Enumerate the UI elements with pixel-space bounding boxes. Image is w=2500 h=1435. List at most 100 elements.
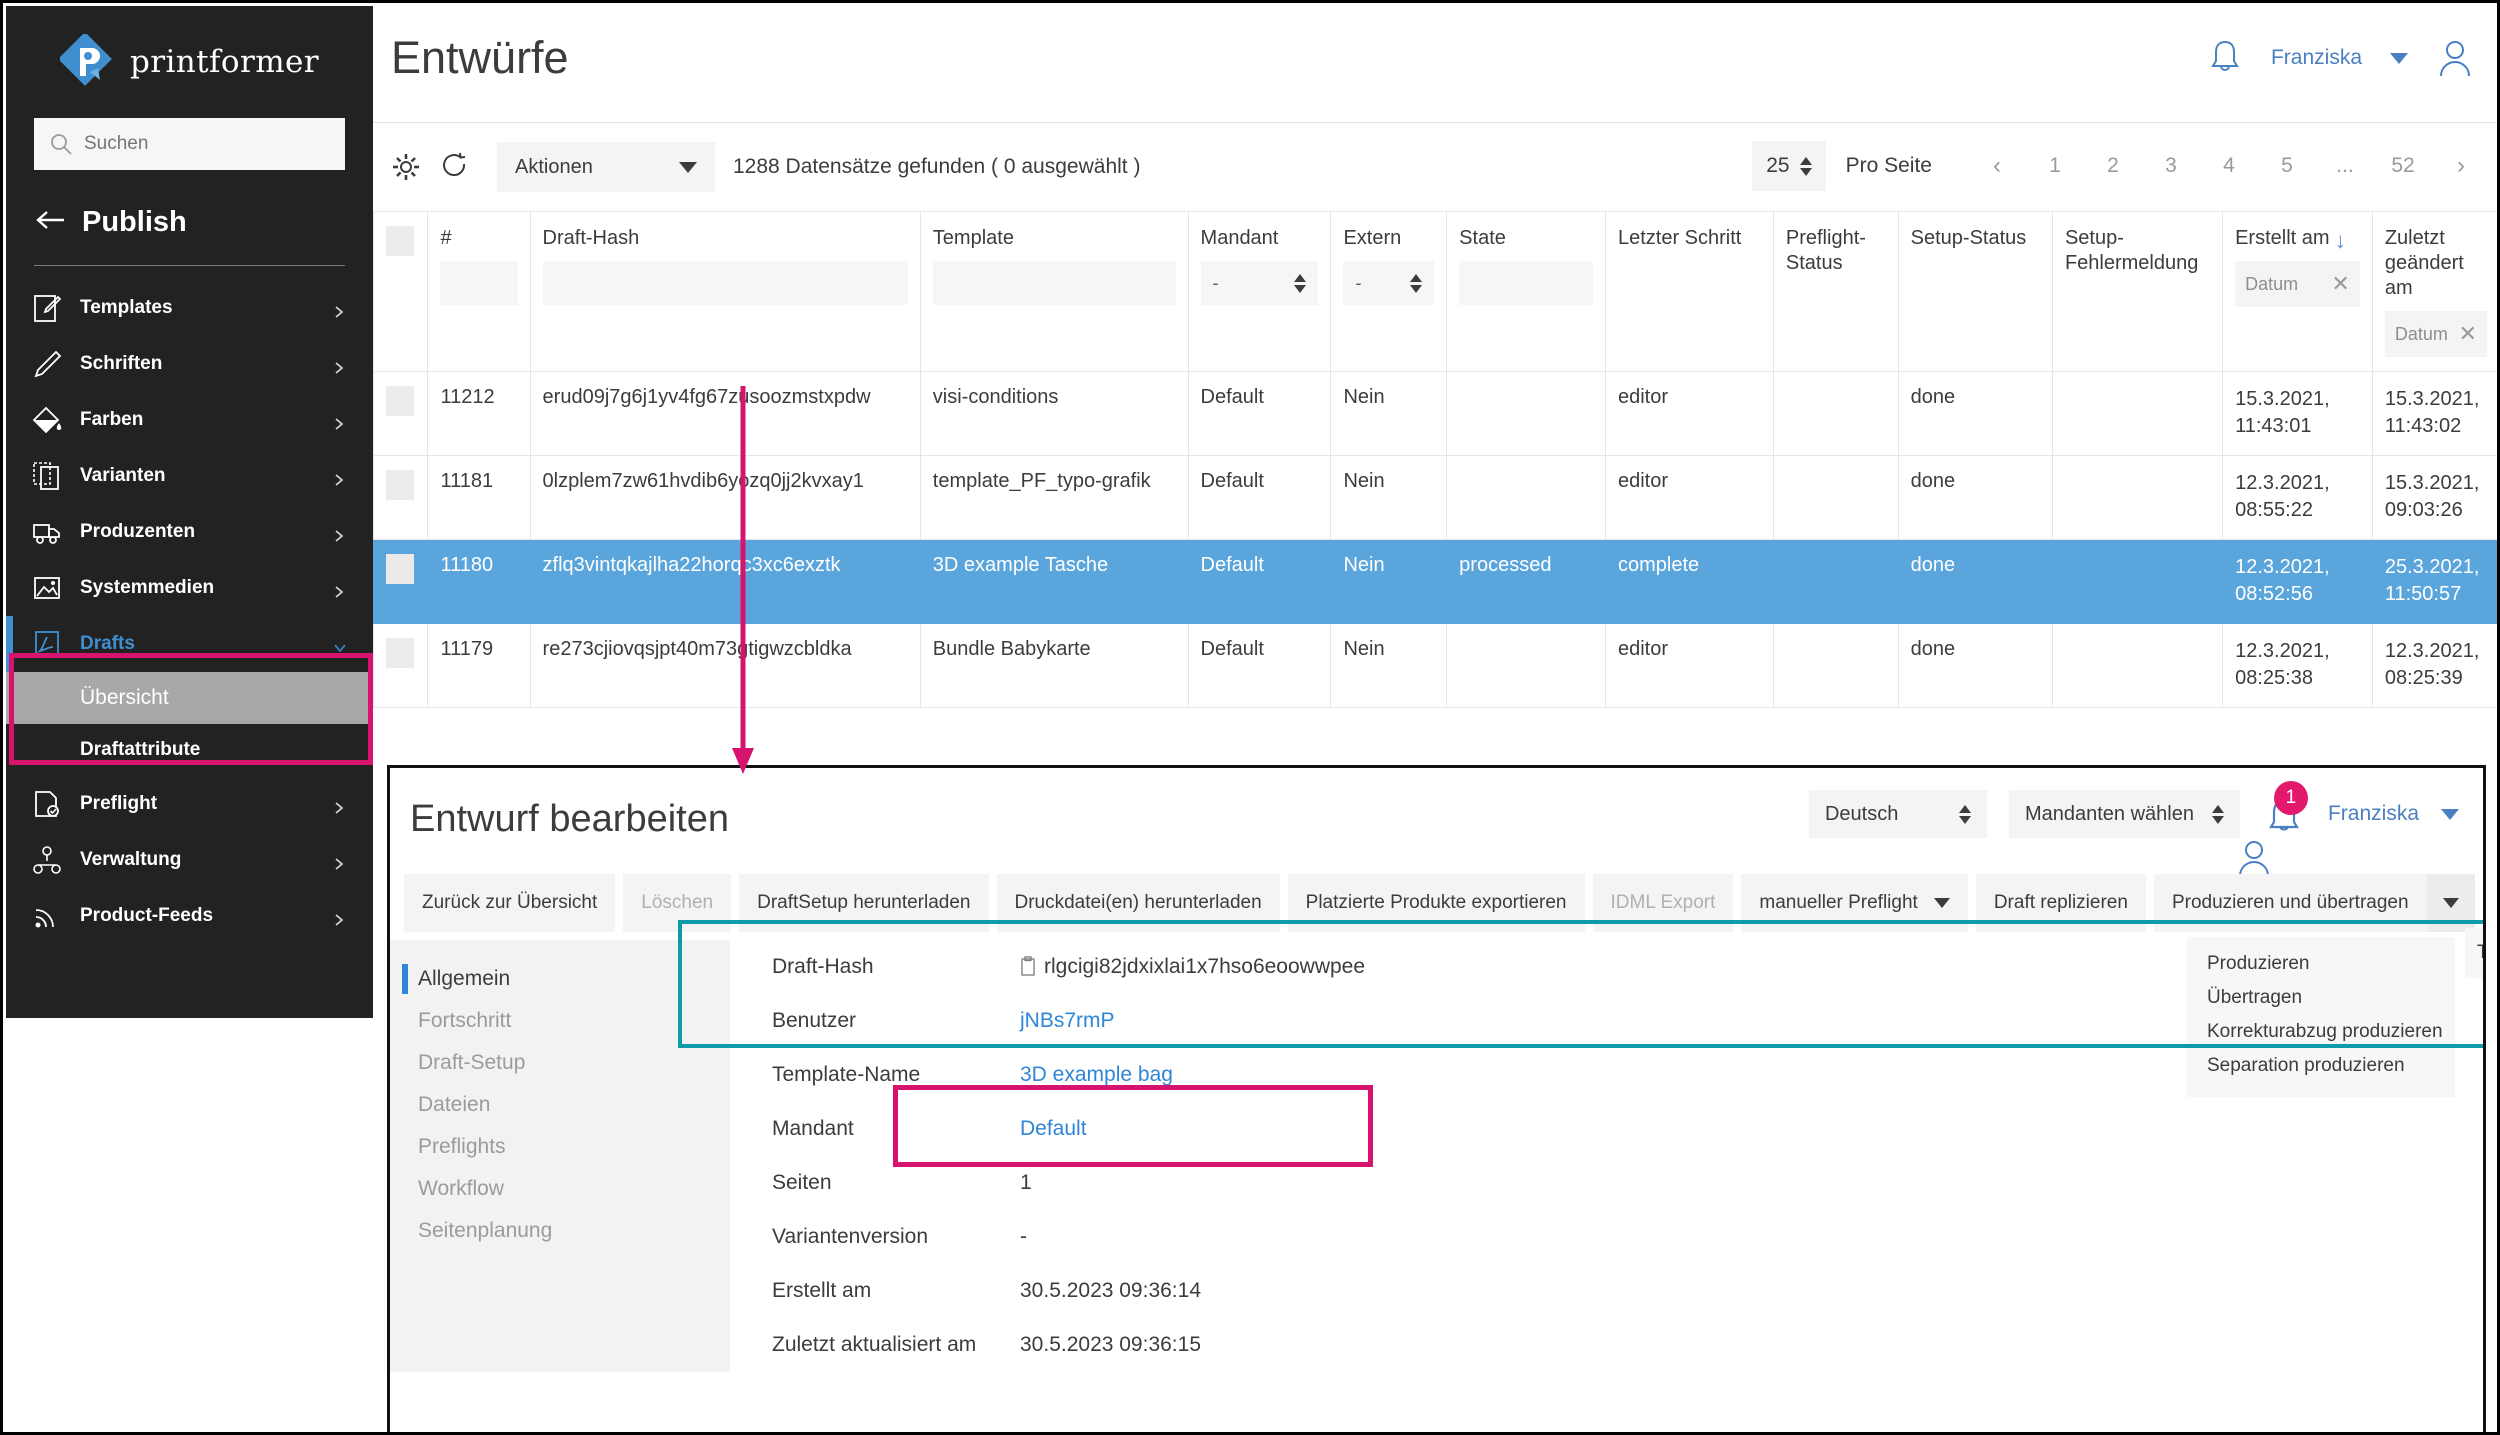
detail-nav-preflights[interactable]: Preflights — [390, 1126, 730, 1168]
column-filter-input[interactable] — [440, 261, 517, 305]
checkbox-icon[interactable] — [386, 638, 414, 668]
page-title: Entwürfe — [391, 32, 569, 84]
sidebar-item-product-feeds[interactable]: Product-Feeds — [6, 888, 373, 944]
produce-dropdown-menu[interactable]: Produzieren Übertragen Korrekturabzug pr… — [2187, 937, 2455, 1097]
page-button[interactable]: 5 — [2258, 154, 2316, 178]
refresh-icon[interactable] — [441, 152, 469, 182]
detail-nav-fortschritt[interactable]: Fortschritt — [390, 1000, 730, 1042]
sidebar-item-farben[interactable]: Farben — [6, 392, 373, 448]
page-button[interactable]: 3 — [2142, 154, 2200, 178]
checkbox-icon[interactable] — [386, 470, 414, 500]
chevron-down-icon[interactable] — [2390, 53, 2408, 64]
cell-template: Bundle Babykarte — [920, 624, 1188, 708]
select-all-header[interactable] — [374, 212, 428, 372]
download-draftsetup-button[interactable]: DraftSetup herunterladen — [739, 874, 988, 932]
template-name-value[interactable]: 3D example bag — [1020, 1063, 1173, 1087]
brand-logo[interactable]: printformer — [6, 6, 373, 108]
column-filter-select[interactable]: - — [1343, 261, 1434, 305]
search-box[interactable] — [34, 118, 345, 170]
detail-nav-workflow[interactable]: Workflow — [390, 1168, 730, 1210]
sidebar-item-verwaltung[interactable]: Verwaltung — [6, 832, 373, 888]
column-filter-input[interactable] — [1459, 261, 1593, 305]
menu-item-korrekturabzug[interactable]: Korrekturabzug produzieren — [2187, 1015, 2455, 1049]
export-placed-products-button[interactable]: Platzierte Produkte exportieren — [1288, 874, 1585, 932]
detail-nav-dateien[interactable]: Dateien — [390, 1084, 730, 1126]
produce-transfer-button[interactable]: Produzieren und übertragen — [2154, 874, 2475, 932]
detail-username[interactable]: Franziska — [2328, 802, 2419, 826]
page-prev-button[interactable]: ‹ — [1968, 152, 2026, 180]
gear-icon[interactable] — [391, 152, 421, 182]
col-erstellt-am[interactable]: Erstellt am ↓ Datum ✕ — [2223, 212, 2373, 372]
table-row-selected[interactable]: 11180 zflq3vintqkajlha22horqc3xc6exztk 3… — [374, 540, 2500, 624]
column-filter-input[interactable] — [933, 261, 1176, 305]
avatar[interactable] — [2436, 38, 2474, 78]
menu-item-template-aktualisieren[interactable]: Template aktualisieren — [2465, 936, 2486, 970]
back-to-publish[interactable]: Publish — [6, 170, 373, 239]
checkbox-icon[interactable] — [386, 226, 414, 256]
chevron-down-icon[interactable] — [2441, 809, 2459, 820]
active-indicator — [6, 616, 13, 672]
actions-select[interactable]: Aktionen — [497, 142, 715, 192]
idml-export-button[interactable]: IDML Export — [1593, 874, 1734, 932]
benutzer-value[interactable]: jNBs7rmP — [1020, 1009, 1115, 1033]
search-input[interactable] — [84, 133, 329, 155]
mandant-select[interactable]: Mandanten wählen — [2009, 790, 2240, 838]
main-content: Entwürfe Franziska Aktionen — [373, 6, 2500, 1435]
back-to-overview-button[interactable]: Zurück zur Übersicht — [404, 874, 615, 932]
page-button-last[interactable]: 52 — [2374, 154, 2432, 178]
cell-id: 11179 — [428, 624, 530, 708]
sidebar-item-draftattribute[interactable]: Draftattribute — [6, 724, 373, 776]
close-icon[interactable]: ✕ — [2331, 271, 2349, 297]
column-filter-input[interactable] — [543, 261, 908, 305]
sidebar-item-varianten[interactable]: Varianten — [6, 448, 373, 504]
page-button[interactable]: 4 — [2200, 154, 2258, 178]
notification-bell-icon[interactable] — [2207, 38, 2243, 78]
download-printfiles-button[interactable]: Druckdatei(en) herunterladen — [997, 874, 1280, 932]
delete-button[interactable]: Löschen — [623, 874, 731, 932]
mandant-value[interactable]: Default — [1020, 1117, 1087, 1141]
sidebar-item-templates[interactable]: Templates — [6, 280, 373, 336]
table-row[interactable]: 11181 0lzplem7zw61hvdib6yozq0jj2kvxay1 t… — [374, 456, 2500, 540]
table-row[interactable]: 11212 erud09j7g6j1yv4fg67zusoozmstxpdw v… — [374, 372, 2500, 456]
date-filter[interactable]: Datum ✕ — [2235, 261, 2360, 307]
detail-nav-draft-setup[interactable]: Draft-Setup — [390, 1042, 730, 1084]
menu-item-uebertragen[interactable]: Übertragen — [2187, 981, 2455, 1015]
detail-nav-seitenplanung[interactable]: Seitenplanung — [390, 1210, 730, 1252]
menu-item-produzieren[interactable]: Produzieren — [2187, 947, 2455, 981]
sidebar-item-schriften[interactable]: Schriften — [6, 336, 373, 392]
create-template-button[interactable]: Template erstellen — [2483, 874, 2486, 932]
checkbox-icon[interactable] — [386, 554, 414, 584]
sidebar-item-produzenten[interactable]: Produzenten — [6, 504, 373, 560]
sidebar-item-drafts[interactable]: Drafts — [6, 616, 373, 672]
date-filter[interactable]: Datum ✕ — [2385, 311, 2487, 357]
template-dropdown-menu[interactable]: Template aktualisieren — [2465, 928, 2486, 978]
row-checkbox-cell[interactable] — [374, 456, 428, 540]
manual-preflight-button[interactable]: manueller Preflight — [1741, 874, 1967, 932]
sidebar-item-uebersicht[interactable]: Übersicht — [6, 672, 373, 724]
language-select[interactable]: Deutsch — [1809, 790, 1987, 838]
cell-setup: done — [1898, 624, 2052, 708]
sidebar-item-preflight[interactable]: Preflight — [6, 776, 373, 832]
sort-desc-icon[interactable]: ↓ — [2335, 228, 2346, 254]
app-window: printformer Publish Templates — [0, 0, 2500, 1435]
table-row[interactable]: 11179 re273cjiovqsjpt40m73gtigwzcbldka B… — [374, 624, 2500, 708]
page-ellipsis: ... — [2316, 154, 2374, 178]
page-button[interactable]: 2 — [2084, 154, 2142, 178]
page-next-button[interactable]: › — [2432, 152, 2490, 180]
sidebar-item-systemmedien[interactable]: Systemmedien — [6, 560, 373, 616]
detail-nav-allgemein[interactable]: Allgemein — [390, 958, 730, 1000]
per-page-select[interactable]: 25 — [1752, 141, 1825, 191]
dropdown-toggle[interactable] — [2427, 874, 2475, 932]
checkbox-icon[interactable] — [386, 386, 414, 416]
clipboard-icon[interactable] — [1020, 956, 1036, 976]
row-checkbox-cell[interactable] — [374, 372, 428, 456]
row-checkbox-cell[interactable] — [374, 540, 428, 624]
page-button[interactable]: 1 — [2026, 154, 2084, 178]
header-username[interactable]: Franziska — [2271, 46, 2362, 70]
close-icon[interactable]: ✕ — [2459, 321, 2477, 347]
row-checkbox-cell[interactable] — [374, 624, 428, 708]
replicate-draft-button[interactable]: Draft replizieren — [1976, 874, 2146, 932]
column-filter-select[interactable]: - — [1201, 261, 1319, 305]
detail-notification-bell[interactable]: 1 — [2262, 791, 2306, 837]
menu-item-separation[interactable]: Separation produzieren — [2187, 1049, 2455, 1083]
